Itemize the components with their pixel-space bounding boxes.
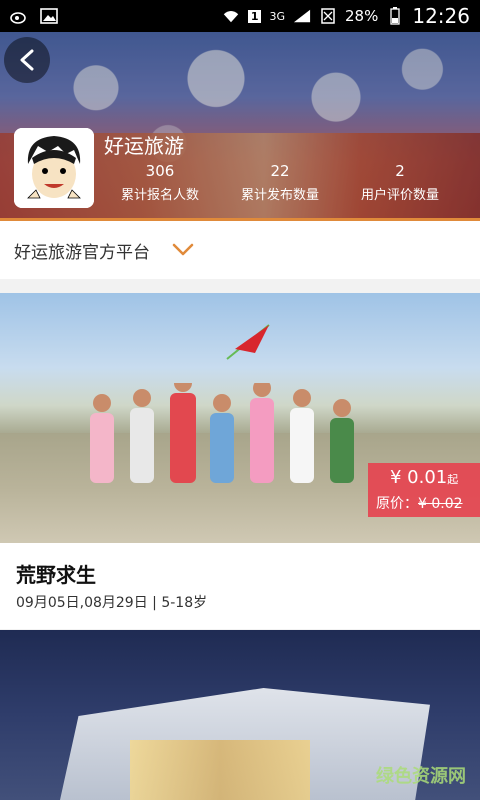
org-stats: 306 累计报名人数 22 累计发布数量 2 用户评价数量 — [100, 162, 480, 203]
original-price-label: 原价： — [376, 496, 418, 512]
trip-card[interactable]: ¥ 0.01起 原价：¥ 0.02 荒野求生 09月05日,08月29日 | 5… — [0, 293, 480, 629]
org-name: 好运旅游 — [104, 134, 184, 158]
stat-signups: 306 累计报名人数 — [100, 162, 220, 203]
stat-value: 22 — [270, 162, 290, 180]
trip-photo: ¥ 0.01起 原价：¥ 0.02 — [0, 293, 480, 543]
stat-value: 306 — [145, 162, 175, 180]
platform-label: 好运旅游官方平台 — [14, 242, 150, 263]
price-badge: ¥ 0.01起 原价：¥ 0.02 — [368, 463, 480, 517]
platform-dropdown[interactable]: 好运旅游官方平台 — [0, 218, 480, 279]
stat-published: 22 累计发布数量 — [220, 162, 340, 203]
trip-card-2[interactable]: 绿色资源网 — [0, 630, 480, 800]
stat-label: 用户评价数量 — [360, 188, 439, 203]
weibo-icon — [10, 7, 28, 25]
stat-reviews: 2 用户评价数量 — [340, 162, 460, 203]
cartoon-boy-avatar — [14, 128, 94, 208]
sim-indicator: 1 — [247, 9, 262, 23]
chevron-down-icon[interactable] — [172, 243, 194, 257]
network-type: 3G — [269, 9, 286, 23]
org-header: 好运旅游 306 累计报名人数 22 累计发布数量 2 用户评价数量 — [0, 32, 480, 218]
stat-label: 累计报名人数 — [120, 188, 199, 203]
gallery-icon — [40, 7, 58, 25]
status-bar: 1 3G 28% 12:26 — [0, 0, 480, 32]
battery-percent: 28% — [345, 7, 379, 25]
watermark: 绿色资源网 — [376, 766, 466, 787]
clock: 12:26 — [412, 4, 470, 28]
back-arrow-icon — [20, 49, 34, 71]
battery-icon — [386, 7, 404, 25]
org-avatar[interactable] — [14, 128, 94, 208]
current-price: ¥ 0.01 — [390, 467, 448, 488]
kids-group-illustration — [90, 383, 354, 483]
original-price: ¥ 0.02 — [418, 496, 463, 512]
signal-icon — [293, 7, 311, 25]
red-flag — [226, 324, 270, 360]
back-button[interactable] — [4, 37, 50, 83]
stat-label: 累计发布数量 — [240, 188, 319, 203]
price-suffix: 起 — [447, 473, 459, 486]
trip-title: 荒野求生 — [16, 563, 96, 587]
wifi-icon — [222, 7, 240, 25]
trip-meta: 09月05日,08月29日 | 5-18岁 — [16, 595, 208, 611]
stat-value: 2 — [395, 162, 405, 180]
no-sim-icon — [319, 7, 337, 25]
